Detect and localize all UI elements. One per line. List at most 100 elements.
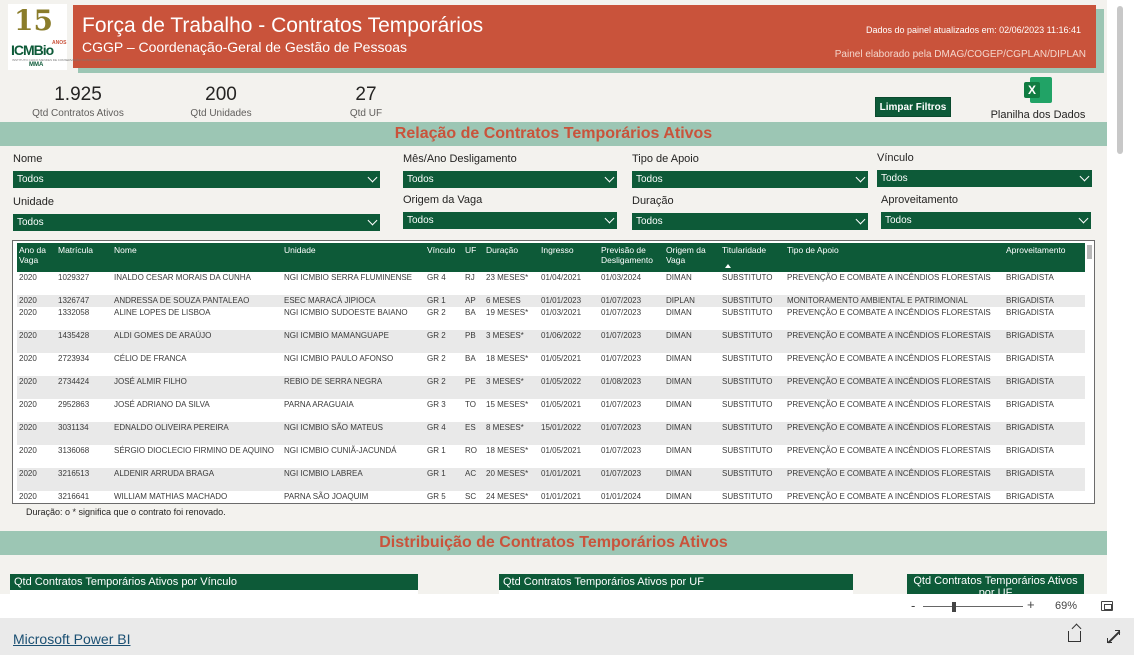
table-row[interactable]: 2020 1435428 ALDI GOMES DE ARAÚJO NGI ICMBI… xyxy=(17,330,1085,353)
slicer-dropdown-unidade[interactable]: Todos xyxy=(13,214,380,231)
table-cell: ALDI GOMES DE ARAÚJO xyxy=(114,331,212,340)
scrollbar-thumb[interactable] xyxy=(1117,6,1123,154)
sort-ascending-icon[interactable] xyxy=(725,264,731,268)
table-cell: 01/07/2023 xyxy=(601,469,642,478)
slicer-label: Tipo de Apoio xyxy=(632,153,699,165)
table-cell: ESEC MARACÁ JIPIOCA xyxy=(284,296,376,305)
table-cell: GR 1 xyxy=(427,469,446,478)
table-cell: 01/05/2021 xyxy=(541,446,582,455)
slicer-value: Todos xyxy=(636,216,663,227)
table-cell: PREVENÇÃO E COMBATE A INCÊNDIOS FLORESTA… xyxy=(787,492,991,501)
slicer-dropdown-vinculo[interactable]: Todos xyxy=(877,170,1092,187)
zoom-out-button[interactable]: - xyxy=(911,598,915,613)
table-cell: BA xyxy=(465,354,476,363)
logo-anos: ANOS xyxy=(52,40,67,46)
table-cell: 2020 xyxy=(19,377,37,386)
column-header[interactable]: Duração xyxy=(486,245,518,255)
column-header[interactable]: Ingresso xyxy=(541,245,574,255)
zoom-slider[interactable] xyxy=(923,606,1023,607)
table-cell: 2020 xyxy=(19,354,37,363)
slicer-dropdown-tipo-apoio[interactable]: Todos xyxy=(632,171,868,188)
table-cell: ALINE LOPES DE LISBOA xyxy=(114,308,211,317)
slicer-dropdown-origem[interactable]: Todos xyxy=(403,212,617,229)
column-header[interactable]: Vínculo xyxy=(427,245,455,255)
column-header[interactable]: Unidade xyxy=(284,245,316,255)
slicer-dropdown-aproveitamento[interactable]: Todos xyxy=(881,212,1091,229)
table-cell: 2020 xyxy=(19,331,37,340)
slicer-origem-da-vaga[interactable]: Origem da Vaga Todos xyxy=(403,194,617,229)
table-cell: DIMAN xyxy=(666,446,692,455)
table-row[interactable]: 2020 3216513 ALDENIR ARRUDA BRAGA NGI ICMBI… xyxy=(17,468,1085,491)
table-row[interactable]: 2020 1332058 ALINE LOPES DE LISBOA NGI ICMB… xyxy=(17,307,1085,330)
table-cell: 20 MESES* xyxy=(486,469,529,478)
chevron-down-icon xyxy=(604,213,615,224)
table-cell: SUBSTITUTO xyxy=(722,308,773,317)
table-row[interactable]: 2020 2723934 CÉLIO DE FRANCA NGI ICMBIO PAU… xyxy=(17,353,1085,376)
fullscreen-icon[interactable] xyxy=(1107,630,1120,643)
powerbi-link[interactable]: Microsoft Power BI xyxy=(13,631,130,647)
table-cell: 01/03/2024 xyxy=(601,273,642,282)
slicer-tipo-de-apoio[interactable]: Tipo de Apoio Todos xyxy=(632,153,868,188)
table-row[interactable]: 2020 2952863 JOSÉ ADRIANO DA SILVA PARNA AR… xyxy=(17,399,1085,422)
column-header[interactable]: Nome xyxy=(114,245,137,255)
table-row[interactable]: 2020 3136068 SÉRGIO DIOCLECIO FIRMINO DE A… xyxy=(17,445,1085,468)
credits-text: Painel elaborado pela DMAG/COGEP/CGPLAN/… xyxy=(834,49,1086,60)
slicer-mes-ano-desligamento[interactable]: Mês/Ano Desligamento Todos xyxy=(403,153,617,188)
column-header[interactable]: Tipo de Apoio xyxy=(787,245,839,255)
table-cell: 01/01/2023 xyxy=(541,296,582,305)
kpi-value: 200 xyxy=(205,84,237,105)
column-header[interactable]: Ano da Vaga xyxy=(19,245,55,265)
table-row[interactable]: 2020 1326747 ANDRESSA DE SOUZA PANTALEAO ES… xyxy=(17,295,1085,307)
table-cell: PARNA ARAGUAIA xyxy=(284,400,354,409)
kpi-unidades: 200 Qtd Unidades xyxy=(176,84,266,119)
column-header[interactable]: Titularidade xyxy=(722,245,766,255)
table-cell: WILLIAM MATHIAS MACHADO xyxy=(114,492,228,501)
icmbio-logo: 15 ANOS ICMBio INSTITUTO CHICO MENDES DE… xyxy=(8,4,112,70)
table-cell: GR 1 xyxy=(427,446,446,455)
table-cell: 2723934 xyxy=(58,354,90,363)
slicer-vinculo[interactable]: Vínculo Todos xyxy=(877,152,1092,187)
chart-card-uf-2[interactable]: Qtd Contratos Temporários Ativos por UF xyxy=(907,574,1084,594)
table-cell: ES xyxy=(465,423,476,432)
share-icon[interactable] xyxy=(1068,631,1081,642)
table-cell: GR 2 xyxy=(427,308,446,317)
table-cell: SC xyxy=(465,492,477,501)
table-cell: 1326747 xyxy=(58,296,90,305)
table-cell: BRIGADISTA xyxy=(1006,377,1054,386)
chart-card-vinculo[interactable]: Qtd Contratos Temporários Ativos por Vín… xyxy=(10,574,418,594)
slicer-duracao[interactable]: Duração Todos xyxy=(632,195,868,230)
slicer-dropdown-mes-ano[interactable]: Todos xyxy=(403,171,617,188)
column-header[interactable]: Aproveitamento xyxy=(1006,245,1066,255)
table-row[interactable]: 2020 2734424 JOSÉ ALMIR FILHO REBIO DE SERR… xyxy=(17,376,1085,399)
table-scrollbar[interactable] xyxy=(1087,245,1092,259)
slicer-dropdown-duracao[interactable]: Todos xyxy=(632,213,868,230)
contracts-table[interactable]: Ano da Vaga Matrícula Nome Unidade Vínculo UF… xyxy=(12,240,1095,504)
table-cell: REBIO DE SERRA NEGRA xyxy=(284,377,383,386)
clear-filters-button[interactable]: Limpar Filtros xyxy=(875,97,951,117)
table-row[interactable]: 2020 3216641 WILLIAM MATHIAS MACHADO PARNA … xyxy=(17,491,1085,503)
table-cell: 3031134 xyxy=(58,423,89,432)
chart-card-uf[interactable]: Qtd Contratos Temporários Ativos por UF xyxy=(499,574,853,594)
table-row[interactable]: 2020 3031134 EDNALDO OLIVEIRA PEREIRA NGI I… xyxy=(17,422,1085,445)
zoom-slider-handle[interactable] xyxy=(952,602,956,612)
zoom-in-button[interactable]: + xyxy=(1027,597,1035,612)
slicer-value: Todos xyxy=(636,174,663,185)
fit-to-page-icon[interactable] xyxy=(1101,601,1113,611)
duration-note: Duração: o * significa que o contrato fo… xyxy=(26,507,226,517)
table-cell: BRIGADISTA xyxy=(1006,423,1054,432)
slicer-unidade[interactable]: Unidade Todos xyxy=(13,196,380,231)
table-cell: PREVENÇÃO E COMBATE A INCÊNDIOS FLORESTA… xyxy=(787,331,991,340)
column-header[interactable]: Previsão de Desligamento xyxy=(601,245,663,265)
spreadsheet-link[interactable]: X Planilha dos Dados xyxy=(985,77,1091,121)
slicer-dropdown-nome[interactable]: Todos xyxy=(13,171,380,188)
slicer-nome[interactable]: Nome Todos xyxy=(13,153,380,188)
page-scrollbar[interactable] xyxy=(1107,0,1134,594)
excel-icon[interactable]: X xyxy=(1024,77,1052,103)
column-header[interactable]: Matrícula xyxy=(58,245,93,255)
slicer-aproveitamento[interactable]: Aproveitamento Todos xyxy=(881,194,1091,229)
column-header[interactable]: Origem da Vaga xyxy=(666,245,719,265)
table-cell: BRIGADISTA xyxy=(1006,492,1054,501)
table-row[interactable]: 2020 1029327 INALDO CESAR MORAIS DA CUNHA N… xyxy=(17,272,1085,295)
table-cell: GR 4 xyxy=(427,423,446,432)
column-header[interactable]: UF xyxy=(465,245,476,255)
